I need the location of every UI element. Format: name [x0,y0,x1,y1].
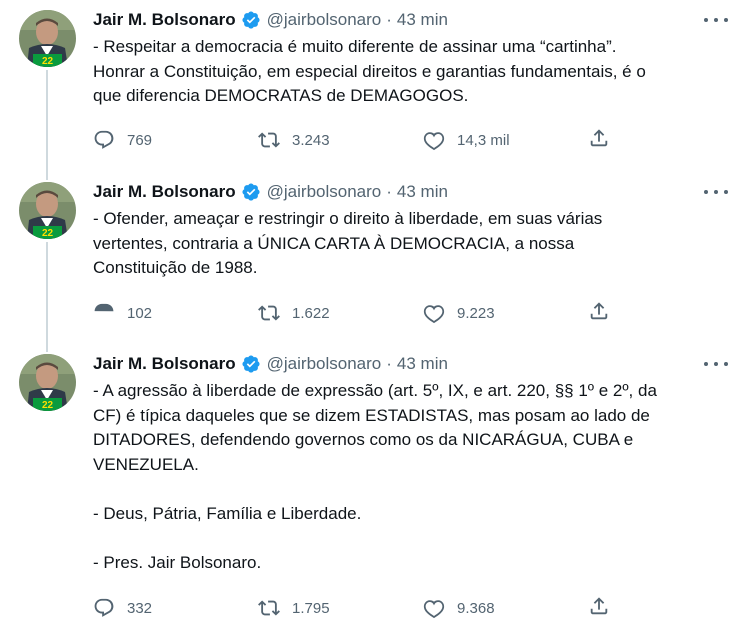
like-count: 9.368 [457,599,495,617]
share-button[interactable] [588,595,610,621]
svg-text:22: 22 [42,400,54,411]
avatar[interactable]: 22 [19,354,76,411]
author-handle[interactable]: @jairbolsonaro [267,354,382,374]
tweet-timestamp[interactable]: 43 min [397,182,448,202]
svg-text:22: 22 [42,56,54,67]
separator-dot: · [386,354,392,373]
tweet-actions: 102 1.622 9.223 [93,300,610,326]
tweet-timestamp[interactable]: 43 min [397,354,448,374]
reply-button[interactable]: 769 [93,129,258,151]
tweet-text: - A agressão à liberdade de expressão (a… [93,381,657,572]
author-handle[interactable]: @jairbolsonaro [267,182,382,202]
retweet-count: 1.795 [292,599,330,617]
tweet-actions: 769 3.243 14,3 mil [93,127,610,153]
share-icon [590,129,608,147]
share-icon [590,302,608,320]
avatar[interactable]: 22 [19,182,76,239]
retweet-button[interactable]: 3.243 [258,129,423,151]
more-options-icon[interactable] [704,356,728,372]
like-icon [423,600,445,619]
like-button[interactable]: 14,3 mil [423,129,588,151]
like-count: 9.223 [457,304,495,322]
verified-badge-icon [241,182,261,202]
more-options-icon[interactable] [704,12,728,28]
like-icon [423,305,445,324]
retweet-icon [258,132,280,148]
thread-connector-line [46,172,48,180]
svg-text:22: 22 [42,228,54,239]
author-name[interactable]: Jair M. Bolsonaro [93,10,236,30]
share-button[interactable] [588,300,610,326]
more-options-icon[interactable] [704,184,728,200]
like-button[interactable]: 9.368 [423,597,588,619]
like-button[interactable]: 9.223 [423,302,588,324]
tweet-3[interactable]: 22 Jair M. Bolsonaro @jairbolsonaro · 43… [0,344,743,626]
tweet-actions: 332 1.795 9.368 [93,595,610,621]
retweet-button[interactable]: 1.622 [258,302,423,324]
reply-icon [94,303,114,312]
avatar[interactable]: 22 [19,10,76,67]
reply-count: 102 [127,304,153,322]
retweet-icon [258,305,280,321]
tweet-text: - Ofender, ameaçar e restringir o direit… [93,209,603,277]
reply-count: 332 [127,599,153,617]
retweet-icon [258,600,280,616]
reply-count: 769 [127,131,153,149]
tweet-text: - Respeitar a democracia é muito diferen… [93,37,646,105]
share-icon [590,597,608,615]
tweet-1[interactable]: 22 Jair M. Bolsonaro @jairbolsonaro · 43… [0,0,743,172]
thread-connector-line [46,70,48,172]
retweet-button[interactable]: 1.795 [258,597,423,619]
like-icon [423,132,445,151]
tweet-thread: 22 Jair M. Bolsonaro @jairbolsonaro · 43… [0,0,743,626]
thread-connector-line [46,344,48,352]
author-name[interactable]: Jair M. Bolsonaro [93,182,236,202]
verified-badge-icon [241,10,261,30]
tweet-2[interactable]: 22 Jair M. Bolsonaro @jairbolsonaro · 43… [0,172,743,344]
separator-dot: · [386,10,392,29]
reply-button[interactable]: 332 [93,597,258,619]
thread-connector-line [46,242,48,344]
reply-icon [94,598,114,617]
reply-button[interactable]: 102 [93,302,258,324]
reply-icon [94,130,114,149]
tweet-timestamp[interactable]: 43 min [397,10,448,30]
share-button[interactable] [588,127,610,153]
verified-badge-icon [241,354,261,374]
retweet-count: 1.622 [292,304,330,322]
separator-dot: · [386,182,392,201]
retweet-count: 3.243 [292,131,330,149]
author-handle[interactable]: @jairbolsonaro [267,10,382,30]
like-count: 14,3 mil [457,131,510,149]
author-name[interactable]: Jair M. Bolsonaro [93,354,236,374]
